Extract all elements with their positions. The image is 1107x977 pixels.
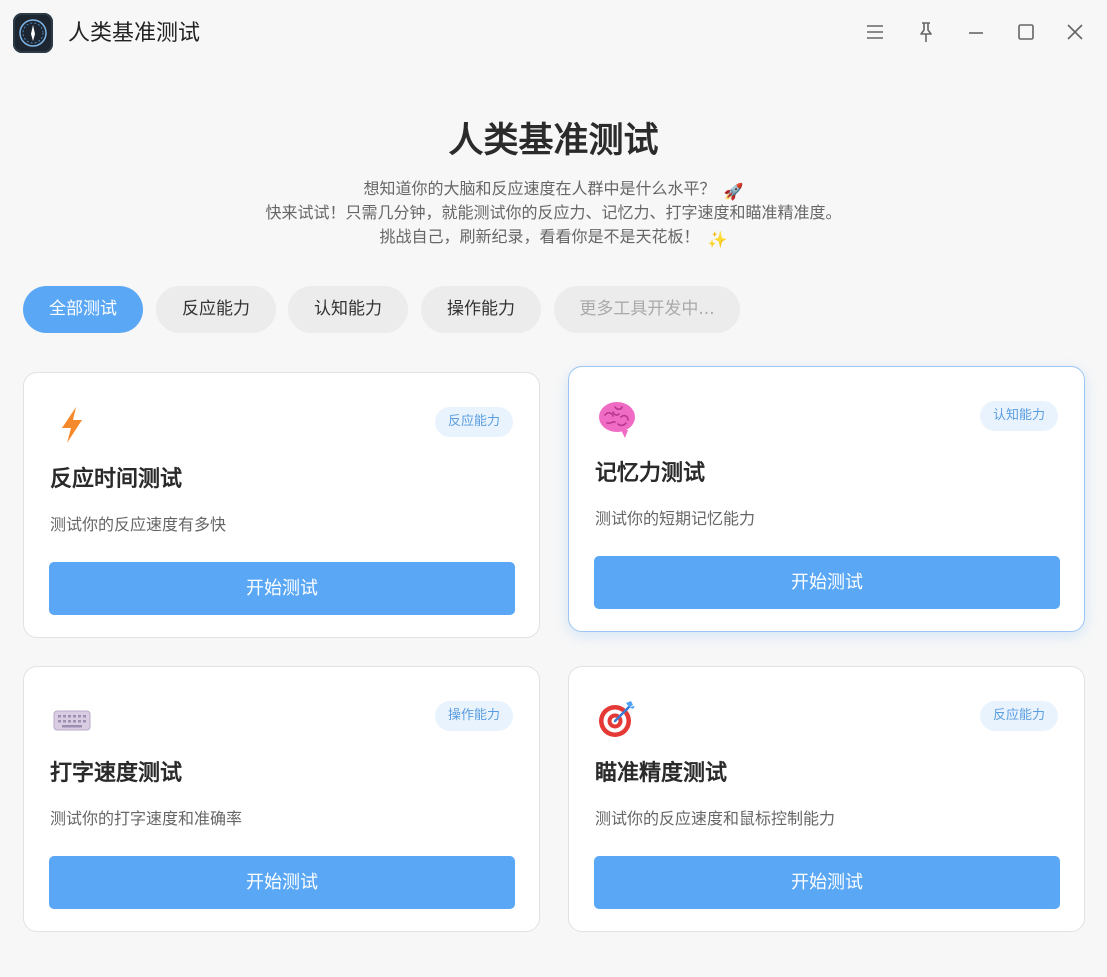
card-title: 打字速度测试: [50, 761, 183, 786]
brain-icon: [595, 397, 639, 441]
tab-more-tools: 更多工具开发中...: [554, 286, 740, 333]
window-title: 人类基准测试: [68, 21, 201, 46]
pin-icon[interactable]: [915, 21, 937, 43]
category-badge: 认知能力: [979, 401, 1058, 431]
card-title: 记忆力测试: [595, 461, 706, 486]
card-title: 反应时间测试: [50, 467, 183, 492]
page-title: 人类基准测试: [448, 121, 659, 161]
test-card-aim: 反应能力 瞄准精度测试 测试你的反应速度和鼠标控制能力 开始测试: [568, 666, 1085, 932]
tab-reaction[interactable]: 反应能力: [156, 286, 276, 333]
sparkles-icon: ✨: [707, 230, 728, 249]
tab-operation[interactable]: 操作能力: [421, 286, 541, 333]
test-card-memory: 认知能力 记忆力测试 测试你的短期记忆能力 开始测试: [568, 366, 1085, 632]
subtitle-line-3: 挑战自己，刷新纪录，看看你是不是天花板！ ✨: [0, 225, 1107, 249]
start-test-button[interactable]: 开始测试: [594, 556, 1060, 609]
menu-icon[interactable]: [864, 21, 886, 43]
close-icon[interactable]: [1064, 21, 1086, 43]
subtitle-line-2: 快来试试！只需几分钟，就能测试你的反应力、记忆力、打字速度和瞄准精准度。: [265, 203, 842, 222]
lightning-icon: [50, 403, 94, 447]
card-description: 测试你的反应速度和鼠标控制能力: [595, 809, 836, 828]
category-badge: 反应能力: [434, 407, 513, 437]
start-test-button[interactable]: 开始测试: [594, 856, 1060, 909]
card-description: 测试你的反应速度有多快: [50, 515, 227, 534]
subtitle-line-1: 想知道你的大脑和反应速度在人群中是什么水平？ 🚀: [0, 177, 1107, 201]
subtitle-line-3-text: 挑战自己，刷新纪录，看看你是不是天花板！: [379, 227, 700, 246]
tab-cognition[interactable]: 认知能力: [288, 286, 408, 333]
test-card-reaction-time: 反应能力 反应时间测试 测试你的反应速度有多快 开始测试: [23, 372, 540, 638]
category-badge: 操作能力: [434, 701, 513, 731]
start-test-button[interactable]: 开始测试: [49, 856, 515, 909]
minimize-icon[interactable]: [965, 21, 987, 43]
card-description: 测试你的短期记忆能力: [595, 509, 756, 528]
tab-all-tests[interactable]: 全部测试: [23, 286, 143, 333]
card-description: 测试你的打字速度和准确率: [50, 809, 243, 828]
start-test-button[interactable]: 开始测试: [49, 562, 515, 615]
subtitle-line-1-text: 想知道你的大脑和反应速度在人群中是什么水平？: [363, 179, 716, 198]
maximize-icon[interactable]: [1015, 21, 1037, 43]
test-card-typing: 操作能力 打字速度测试 测试你的打字速度和准确率 开始测试: [23, 666, 540, 932]
app-logo-icon: [13, 13, 53, 53]
category-badge: 反应能力: [979, 701, 1058, 731]
card-title: 瞄准精度测试: [595, 761, 728, 786]
title-bar: 人类基准测试: [0, 0, 1107, 68]
target-icon: [595, 697, 639, 741]
page-subtitle: 想知道你的大脑和反应速度在人群中是什么水平？ 🚀 快来试试！只需几分钟，就能测试你…: [0, 177, 1107, 249]
keyboard-icon: [50, 697, 94, 741]
